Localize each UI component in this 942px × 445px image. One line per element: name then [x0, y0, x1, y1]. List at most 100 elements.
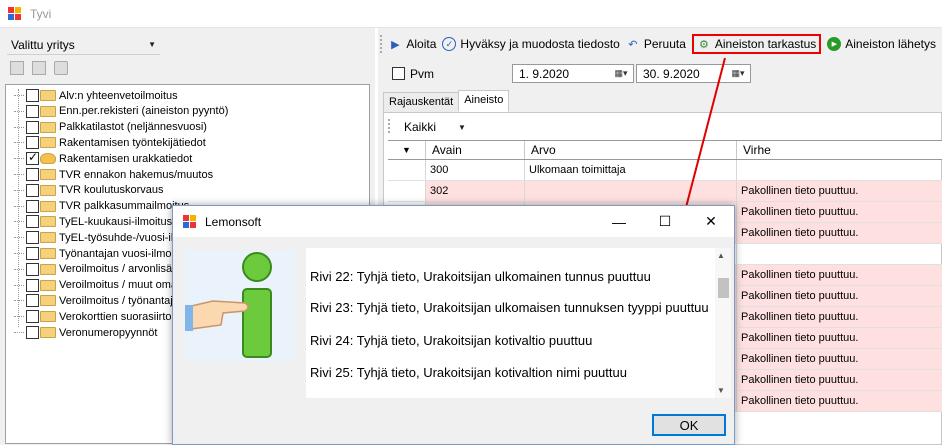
tree-item[interactable]: Veronumeropyynnöt [14, 325, 157, 340]
cell-virhe[interactable] [737, 244, 942, 264]
start-button[interactable]: ▶ Aloita [388, 37, 436, 51]
tree-item-checkbox[interactable] [26, 168, 39, 181]
ok-button[interactable]: OK [652, 414, 726, 436]
tree-item[interactable]: TyEL-kuukausi-ilmoitus [14, 214, 172, 229]
tree-connector [14, 158, 24, 160]
cell-virhe[interactable]: Pakollinen tieto puuttuu. [737, 328, 942, 348]
tree-item-label: Veroilmoitus / arvonlisäv [59, 263, 178, 276]
tree-item-checkbox[interactable] [26, 183, 39, 197]
cell-virhe[interactable]: Pakollinen tieto puuttuu. [737, 349, 942, 369]
cell-avain[interactable]: 302 [426, 181, 525, 201]
scroll-thumb[interactable] [718, 278, 729, 298]
minimize-icon[interactable]: — [596, 206, 642, 237]
message-scrollbar[interactable]: ▲ ▼ [715, 248, 731, 398]
tree-connector [14, 253, 24, 254]
tree-item-checkbox[interactable] [26, 326, 39, 339]
tree-item[interactable]: TVR koulutuskorvaus [14, 183, 164, 198]
tree-item[interactable]: Veroilmoitus / työnantaja [14, 293, 179, 308]
start-label: Aloita [406, 37, 437, 51]
calendar-icon[interactable]: ▦▾ [611, 67, 631, 80]
scroll-up-icon[interactable]: ▲ [717, 251, 725, 260]
column-header-avain[interactable]: Avain [426, 141, 525, 159]
row-selector-header[interactable]: ▼ [388, 141, 426, 159]
window-titlebar: Tyvi [0, 0, 942, 28]
tree-item[interactable]: Veroilmoitus / muut oma [14, 278, 177, 293]
scroll-down-icon[interactable]: ▼ [717, 386, 725, 395]
tree-item[interactable]: Palkkatilastot (neljännesvuosi) [14, 120, 207, 135]
app-icon [8, 6, 22, 21]
tree-item-checkbox[interactable] [26, 120, 39, 134]
tree-item-label: TVR palkkasummailmoitus [59, 200, 190, 213]
tree-item[interactable]: Alv:n yhteenvetoilmoitus [14, 88, 178, 103]
check-data-button[interactable]: ⚙ Aineiston tarkastus [691, 34, 822, 54]
tree-item[interactable]: Verokorttien suorasiirto ( [14, 309, 178, 324]
tree-item[interactable]: Rakentamisen työntekijätiedot [14, 135, 206, 150]
tree-item-checkbox[interactable] [26, 215, 39, 229]
tree-item-checkbox[interactable] [26, 104, 39, 118]
column-header-arvo[interactable]: Arvo [525, 141, 737, 159]
tree-item-checkbox[interactable] [26, 199, 39, 213]
list-icon[interactable] [32, 61, 46, 75]
tree-item-checkbox[interactable] [26, 294, 39, 308]
tree-item-checkbox[interactable] [26, 150, 39, 166]
maximize-icon[interactable]: ☐ [642, 206, 688, 237]
cell-arvo[interactable]: Ulkomaan toimittaja [525, 160, 737, 180]
tree-item[interactable]: Työnantajan vuosi-ilmoit [14, 246, 177, 261]
column-header-virhe[interactable]: Virhe [737, 141, 942, 159]
tree-item[interactable]: TyEL-työsuhde-/vuosi-ilm [14, 230, 183, 245]
cell-virhe[interactable]: Pakollinen tieto puuttuu. [737, 286, 942, 306]
send-button[interactable]: ▶ Aineiston lähetys [827, 37, 936, 51]
tree-connector [14, 110, 24, 112]
tree-item-checkbox[interactable] [26, 89, 39, 102]
tree-item-checkbox[interactable] [26, 247, 39, 260]
cell-arvo[interactable] [525, 181, 737, 201]
tree-item-checkbox[interactable] [26, 278, 39, 292]
cell-virhe[interactable]: Pakollinen tieto puuttuu. [737, 181, 942, 201]
close-icon[interactable]: ✕ [688, 206, 734, 237]
tab-aineisto[interactable]: Aineisto [458, 90, 510, 112]
tree-item[interactable]: Enn.per.rekisteri (aineiston pyyntö) [14, 104, 228, 119]
tree-item-label: Rakentamisen urakkatiedot [59, 152, 193, 165]
tree-connector [14, 316, 24, 318]
cell-virhe[interactable]: Pakollinen tieto puuttuu. [737, 370, 942, 390]
table-row[interactable]: 300 Ulkomaan toimittaja [388, 160, 942, 181]
filter-dropdown[interactable]: Kaikki ▼ [404, 120, 466, 134]
date-from-field[interactable]: 1. 9.2020 ▦▾ [512, 64, 634, 83]
date-to-field[interactable]: 30. 9.2020 ▦▾ [636, 64, 751, 83]
tree-item-checkbox[interactable] [26, 310, 39, 324]
cancel-button[interactable]: ↶ Peruuta [626, 37, 686, 51]
inspect-icon: ⚙ [698, 38, 709, 51]
expand-icon[interactable] [54, 61, 68, 75]
row-selector[interactable] [388, 181, 426, 201]
calendar-icon[interactable]: ▦▾ [728, 67, 748, 80]
tree-item[interactable]: Rakentamisen urakkatiedot [14, 150, 193, 166]
cell-virhe[interactable]: Pakollinen tieto puuttuu. [737, 265, 942, 285]
folder-icon [40, 137, 56, 149]
dialog-controls: — ☐ ✕ [596, 206, 734, 237]
tree-item-checkbox[interactable] [26, 231, 39, 245]
chevron-down-icon: ▼ [458, 122, 466, 132]
cell-virhe[interactable]: Pakollinen tieto puuttuu. [737, 202, 942, 222]
tree-item[interactable]: TVR palkkasummailmoitus [14, 199, 189, 214]
check-data-label: Aineiston tarkastus [714, 37, 817, 51]
company-select[interactable]: Valittu yritys ▼ [7, 35, 160, 55]
cell-virhe[interactable]: Pakollinen tieto puuttuu. [737, 391, 942, 411]
cell-virhe[interactable]: Pakollinen tieto puuttuu. [737, 307, 942, 327]
tree-item[interactable]: TVR ennakon hakemus/muutos [14, 167, 213, 182]
check-circle-icon: ✓ [442, 37, 457, 51]
approve-button[interactable]: ✓ Hyväksy ja muodosta tiedosto [442, 37, 620, 51]
tree-item-checkbox[interactable] [26, 136, 39, 150]
row-selector[interactable] [388, 160, 426, 180]
cell-virhe[interactable] [737, 160, 942, 180]
folder-icon [40, 311, 56, 323]
cell-virhe[interactable]: Pakollinen tieto puuttuu. [737, 223, 942, 243]
cell-avain[interactable]: 300 [426, 160, 525, 180]
tree-item[interactable]: Veroilmoitus / arvonlisäv [14, 262, 178, 277]
message-line: Rivi 24: Tyhjä tieto, Urakoitsijan kotiv… [310, 333, 593, 348]
table-row[interactable]: 302 Pakollinen tieto puuttuu. [388, 181, 942, 202]
tab-rajauskentat[interactable]: Rajauskentät [383, 92, 460, 114]
date-to-value: 30. 9.2020 [643, 66, 700, 81]
edit-icon[interactable] [10, 61, 24, 75]
tree-item-checkbox[interactable] [26, 262, 39, 276]
date-checkbox[interactable] [392, 67, 405, 80]
